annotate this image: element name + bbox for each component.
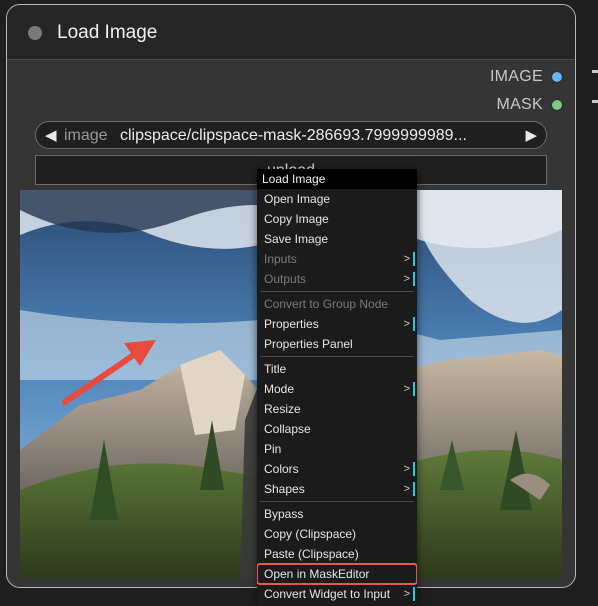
- menu-item-label: Copy Image: [264, 212, 329, 226]
- menu-item-label: Mode: [264, 382, 295, 396]
- output-mask-slot-icon[interactable]: [551, 99, 563, 111]
- context-menu[interactable]: Load Image Open Image Copy Image Save Imag…: [257, 169, 417, 606]
- menu-item-properties-panel[interactable]: Properties Panel: [257, 334, 417, 354]
- collapse-dot-icon[interactable]: [28, 26, 42, 40]
- menu-item-label: Title: [264, 362, 287, 376]
- output-mask[interactable]: MASK: [496, 95, 563, 115]
- submenu-chevron-icon: >: [404, 479, 416, 499]
- menu-item-convert-to-group-node: Convert to Group Node: [257, 294, 417, 314]
- mask-link-wire: [592, 100, 598, 103]
- combo-name: image: [64, 127, 108, 144]
- menu-item-label: Open in MaskEditor: [264, 567, 370, 581]
- menu-item-pin[interactable]: Pin: [257, 439, 417, 459]
- menu-item-label: Pin: [264, 442, 282, 456]
- submenu-chevron-icon: >: [404, 584, 416, 604]
- menu-item-label: Outputs: [264, 272, 307, 286]
- menu-item-title[interactable]: Title: [257, 359, 417, 379]
- menu-item-label: Paste (Clipspace): [264, 547, 359, 561]
- submenu-chevron-icon: >: [404, 269, 416, 289]
- menu-item-label: Colors: [264, 462, 299, 476]
- menu-item-bypass[interactable]: Bypass: [257, 504, 417, 524]
- menu-item-shapes[interactable]: Shapes >: [257, 479, 417, 499]
- menu-item-copy-clipspace[interactable]: Copy (Clipspace): [257, 524, 417, 544]
- menu-item-open-in-maskeditor[interactable]: Open in MaskEditor: [257, 563, 417, 585]
- output-image[interactable]: IMAGE: [490, 67, 563, 87]
- menu-item-open-image[interactable]: Open Image: [257, 189, 417, 209]
- menu-item-label: Inputs: [264, 252, 297, 266]
- submenu-chevron-icon: >: [404, 459, 416, 479]
- submenu-chevron-icon: >: [404, 314, 416, 334]
- image-combo-widget[interactable]: ◀ image clipspace/clipspace-mask-286693.…: [35, 121, 547, 149]
- menu-item-label: Bypass: [264, 507, 304, 521]
- menu-item-label: Open Image: [264, 192, 331, 206]
- output-mask-label: MASK: [496, 96, 543, 113]
- menu-item-label: Copy (Clipspace): [264, 527, 357, 541]
- menu-item-label: Properties: [264, 317, 319, 331]
- menu-item-label: Collapse: [264, 422, 311, 436]
- menu-item-label: Convert Widget to Input: [264, 587, 391, 601]
- output-image-label: IMAGE: [489, 68, 543, 85]
- image-link-wire: [592, 70, 598, 73]
- menu-item-label: Save Image: [264, 232, 329, 246]
- output-image-slot-icon[interactable]: [551, 71, 563, 83]
- context-menu-title: Load Image: [257, 169, 417, 189]
- submenu-chevron-icon: >: [404, 379, 416, 399]
- node-header[interactable]: Load Image: [7, 5, 575, 60]
- menu-item-copy-image[interactable]: Copy Image: [257, 209, 417, 229]
- combo-prev-arrow-icon[interactable]: ◀: [45, 126, 57, 144]
- menu-item-mode[interactable]: Mode >: [257, 379, 417, 399]
- menu-item-label: Resize: [264, 402, 301, 416]
- menu-item-save-image[interactable]: Save Image: [257, 229, 417, 249]
- menu-separator: [260, 356, 414, 357]
- menu-item-outputs: Outputs >: [257, 269, 417, 289]
- menu-item-label: Convert to Group Node: [264, 297, 389, 311]
- menu-item-label: Shapes: [264, 482, 305, 496]
- menu-item-properties[interactable]: Properties >: [257, 314, 417, 334]
- menu-item-convert-widget-to-input[interactable]: Convert Widget to Input >: [257, 584, 417, 604]
- submenu-chevron-icon: >: [404, 249, 416, 269]
- node-title: Load Image: [57, 22, 158, 43]
- combo-value: clipspace/clipspace-mask-286693.79999999…: [120, 127, 467, 144]
- menu-item-collapse[interactable]: Collapse: [257, 419, 417, 439]
- menu-item-colors[interactable]: Colors >: [257, 459, 417, 479]
- menu-separator: [260, 291, 414, 292]
- menu-item-inputs: Inputs >: [257, 249, 417, 269]
- menu-item-paste-clipspace[interactable]: Paste (Clipspace): [257, 544, 417, 564]
- menu-separator: [260, 501, 414, 502]
- combo-next-arrow-icon[interactable]: ▶: [525, 126, 537, 144]
- menu-item-resize[interactable]: Resize: [257, 399, 417, 419]
- menu-item-label: Properties Panel: [264, 337, 353, 351]
